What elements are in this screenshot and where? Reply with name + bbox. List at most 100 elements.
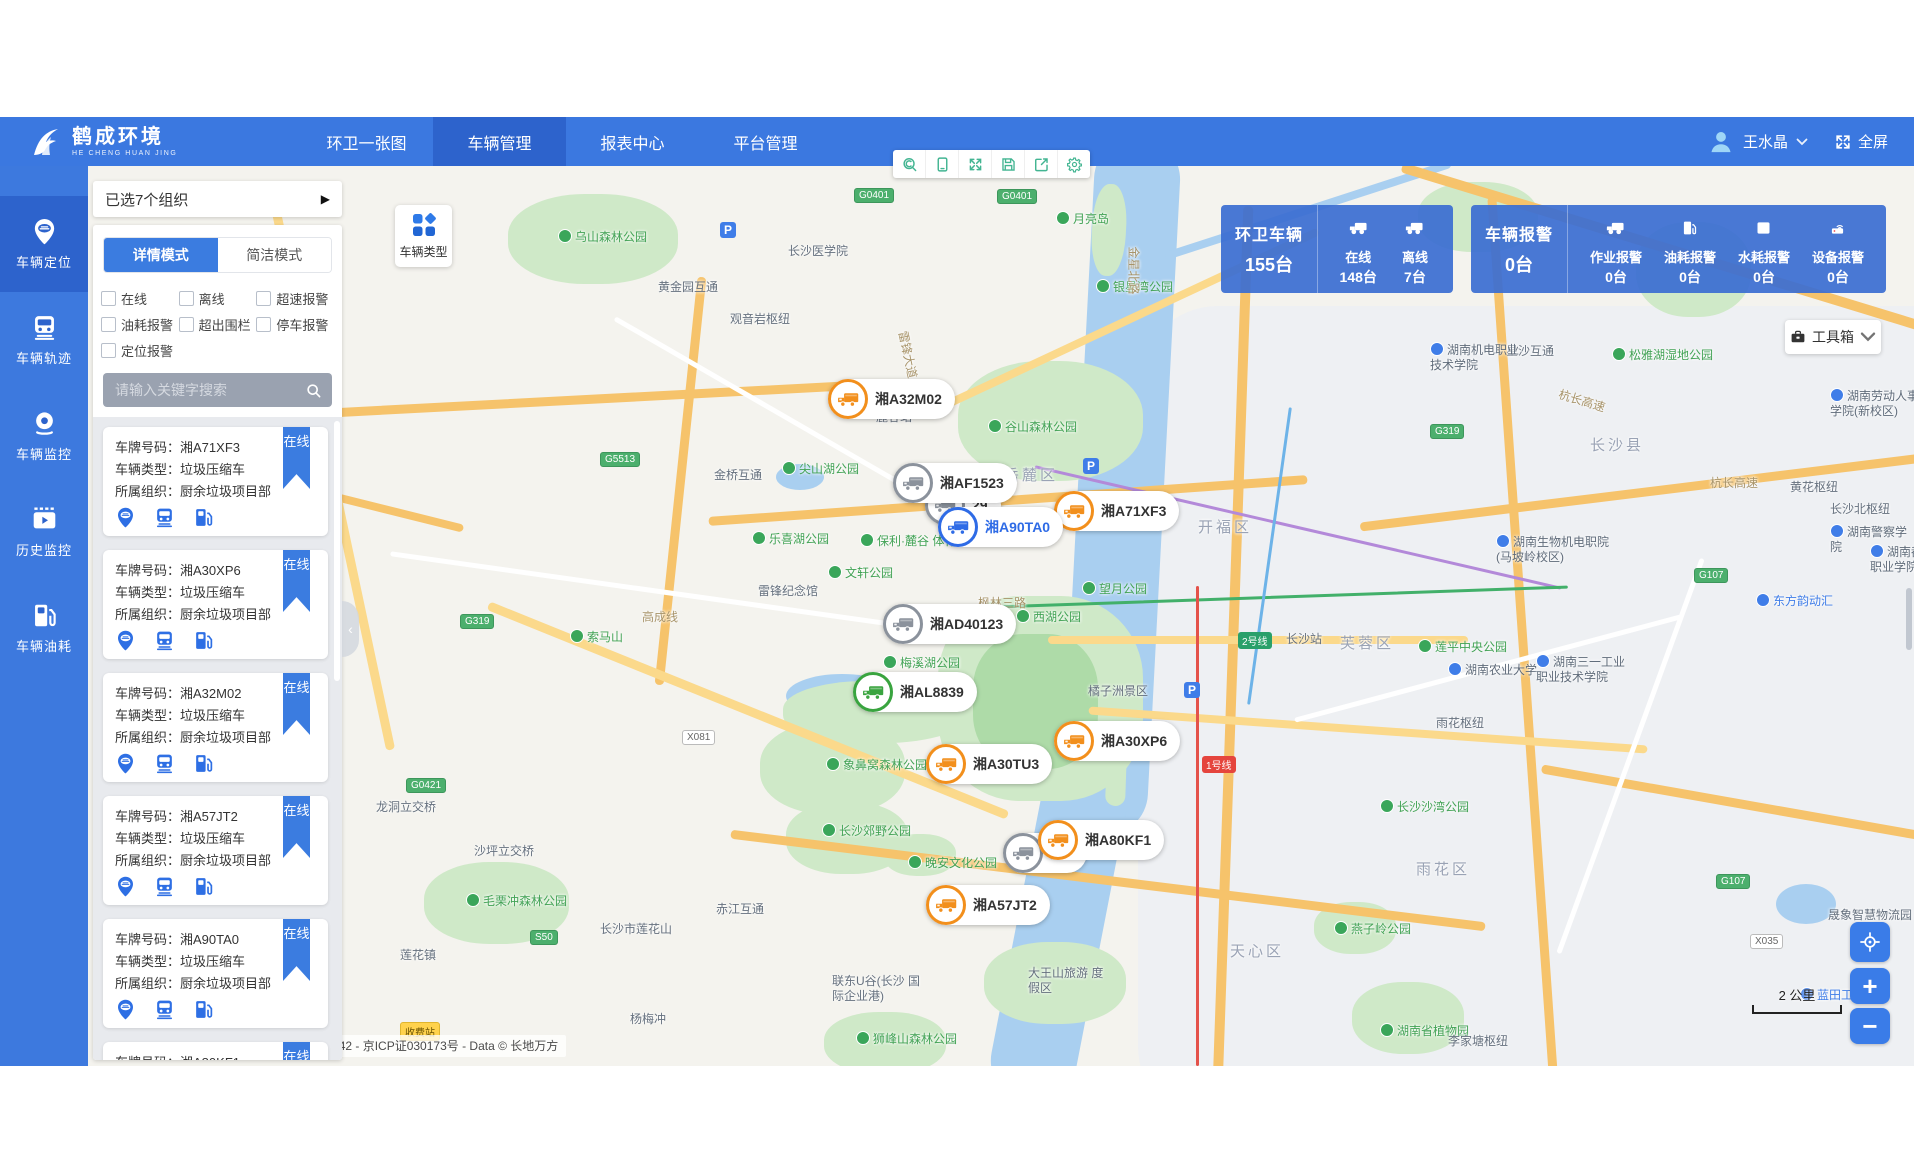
- map-toolbar-button[interactable]: [958, 150, 991, 178]
- rail-item[interactable]: 车辆油耗: [0, 580, 88, 676]
- map-label: G0401: [997, 189, 1037, 204]
- truck-icon: [1405, 220, 1424, 236]
- share-icon: [1033, 156, 1050, 173]
- rail-item[interactable]: 车辆轨迹: [0, 292, 88, 388]
- nav-item[interactable]: 平台管理: [699, 117, 832, 166]
- map-label: 长沙县: [1590, 434, 1644, 455]
- vehicle-marker[interactable]: 湘A71XF3: [1054, 491, 1179, 531]
- vehicle-card[interactable]: 车牌号码：湘A71XF3 车辆类型：垃圾压缩车 所属组织：厨余垃圾项目部 在线: [103, 427, 328, 536]
- vehicle-marker-circle: [1003, 833, 1043, 873]
- fuel-icon[interactable]: [193, 507, 214, 528]
- checkbox[interactable]: [101, 291, 116, 306]
- bus-track-icon[interactable]: [154, 753, 175, 774]
- fuel-icon[interactable]: [193, 630, 214, 651]
- map-label: 梅溪湖公园: [883, 654, 960, 671]
- map-toolbar-button[interactable]: [1024, 150, 1057, 178]
- vehicle-marker[interactable]: 湘A30TU3: [926, 744, 1052, 784]
- fuel-icon[interactable]: [193, 999, 214, 1020]
- list-scrollbar-thumb[interactable]: [334, 421, 340, 681]
- filter-option[interactable]: 定位报警: [101, 337, 179, 363]
- bus-track-icon[interactable]: [154, 507, 175, 528]
- map-label: 芙蓉区: [1340, 632, 1394, 653]
- fuel-icon[interactable]: [193, 876, 214, 897]
- vehicle-marker[interactable]: 湘A90TA0: [938, 507, 1063, 547]
- user-menu[interactable]: 王水晶: [1707, 128, 1808, 156]
- zoom-out-button[interactable]: −: [1850, 1008, 1890, 1044]
- bus-track-icon[interactable]: [154, 630, 175, 651]
- checkbox[interactable]: [256, 291, 271, 306]
- checkbox[interactable]: [101, 343, 116, 358]
- car-pin-icon[interactable]: [115, 630, 136, 651]
- filter-option[interactable]: 离线: [179, 285, 257, 311]
- fullscreen-button[interactable]: 全屏: [1834, 131, 1888, 152]
- filter-option[interactable]: 停车报警: [256, 311, 334, 337]
- device-alarm-icon: [1828, 220, 1847, 236]
- vehicle-marker[interactable]: 湘AF1523: [893, 463, 1017, 503]
- filter-option[interactable]: 在线: [101, 285, 179, 311]
- truck-icon: [1012, 845, 1035, 862]
- map-label: 湖南三一工业 职业技术学院: [1536, 654, 1632, 685]
- vehicle-card[interactable]: 车牌号码：湘A90TA0 车辆类型：垃圾压缩车 所属组织：厨余垃圾项目部 在线: [103, 919, 328, 1028]
- vehicle-marker-circle: [893, 463, 933, 503]
- toolbox-button[interactable]: 工具箱: [1785, 320, 1881, 354]
- checkbox[interactable]: [179, 317, 194, 332]
- map-label: G5513: [600, 452, 640, 467]
- app-root: 乌山森林公园长沙医学院黄金园互通月亮岛银星湾公园观音岩枢纽金星北路雷锋大道谷山森…: [0, 0, 1914, 1173]
- org-expand-icon[interactable]: ▶: [321, 192, 330, 206]
- nav-item[interactable]: 报表中心: [566, 117, 699, 166]
- rail-item[interactable]: 车辆定位: [0, 196, 88, 292]
- car-pin-icon[interactable]: [115, 876, 136, 897]
- vehicle-marker[interactable]: 湘A80KF1: [1038, 820, 1164, 860]
- search-icon[interactable]: [305, 382, 322, 399]
- fuel-icon[interactable]: [193, 753, 214, 774]
- zoom-in-button[interactable]: +: [1850, 968, 1890, 1004]
- map-canvas[interactable]: 乌山森林公园长沙医学院黄金园互通月亮岛银星湾公园观音岩枢纽金星北路雷锋大道谷山森…: [88, 166, 1914, 1066]
- checkbox[interactable]: [101, 317, 116, 332]
- map-toolbar-button[interactable]: [925, 150, 958, 178]
- truck-icon: [935, 756, 958, 773]
- filter-option[interactable]: 超速报警: [256, 285, 334, 311]
- map-toolbar-button[interactable]: [991, 150, 1024, 178]
- map-toolbar-button[interactable]: [1057, 150, 1090, 178]
- checkbox[interactable]: [256, 317, 271, 332]
- mode-tab[interactable]: 简洁模式: [218, 238, 332, 272]
- rail-item[interactable]: 车辆监控: [0, 388, 88, 484]
- search-input[interactable]: [113, 381, 305, 399]
- map-toolbar-button[interactable]: [893, 150, 925, 178]
- vehicle-card[interactable]: 车牌号码：湘A30XP6 车辆类型：垃圾压缩车 所属组织：厨余垃圾项目部 在线: [103, 550, 328, 659]
- car-pin-icon[interactable]: [115, 999, 136, 1020]
- map-label: 长沙市莲花山: [600, 922, 672, 937]
- car-pin-icon[interactable]: [115, 507, 136, 528]
- bus-track-icon[interactable]: [154, 999, 175, 1020]
- chevron-down-icon: [1860, 329, 1876, 345]
- vehicle-marker[interactable]: 湘A57JT2: [926, 885, 1050, 925]
- vehicle-card[interactable]: 车牌号码：湘A80KF1 车辆类型：垃圾压缩车 所属组织：厨余垃圾项目部 在线: [103, 1042, 328, 1060]
- bus-track-icon[interactable]: [154, 876, 175, 897]
- checkbox[interactable]: [179, 291, 194, 306]
- org-selector[interactable]: 已选7个组织 ▶: [93, 181, 342, 217]
- nav-item[interactable]: 环卫一张图: [300, 117, 433, 166]
- panel-collapse-handle[interactable]: ‹: [342, 601, 359, 657]
- filter-option[interactable]: 超出围栏: [179, 311, 257, 337]
- vehicle-marker-plate: 湘A32M02: [875, 389, 942, 409]
- vehicle-marker[interactable]: 湘AD40123: [883, 604, 1016, 644]
- locate-button[interactable]: [1850, 922, 1890, 962]
- vehicle-card[interactable]: 车牌号码：湘A57JT2 车辆类型：垃圾压缩车 所属组织：厨余垃圾项目部 在线: [103, 796, 328, 905]
- vehicle-marker[interactable]: 湘A30XP6: [1054, 721, 1180, 761]
- rail-item[interactable]: 历史监控: [0, 484, 88, 580]
- vehicle-type-button[interactable]: 车辆类型: [395, 205, 452, 267]
- mode-tab[interactable]: 详情模式: [104, 238, 218, 272]
- map-label: 杭长高速: [1710, 474, 1758, 491]
- car-pin-icon[interactable]: [115, 753, 136, 774]
- map-label: 索马山: [570, 628, 623, 645]
- map-label: 观音岩枢纽: [730, 312, 790, 327]
- map-label: 湖南机电职业 技术学院: [1430, 342, 1530, 373]
- vehicle-marker[interactable]: 湘A32M02: [828, 379, 955, 419]
- vehicle-marker[interactable]: 湘AL8839: [853, 672, 977, 712]
- filter-option[interactable]: 油耗报警: [101, 311, 179, 337]
- nav-item[interactable]: 车辆管理: [433, 117, 566, 166]
- page-scrollbar[interactable]: [1906, 588, 1912, 650]
- panel-body: 详情模式简洁模式 在线 离线 超速报警 油耗报警: [93, 225, 342, 1060]
- vehicle-card[interactable]: 车牌号码：湘A32M02 车辆类型：垃圾压缩车 所属组织：厨余垃圾项目部 在线: [103, 673, 328, 782]
- vehicle-marker-plate: 湘A30XP6: [1101, 731, 1167, 751]
